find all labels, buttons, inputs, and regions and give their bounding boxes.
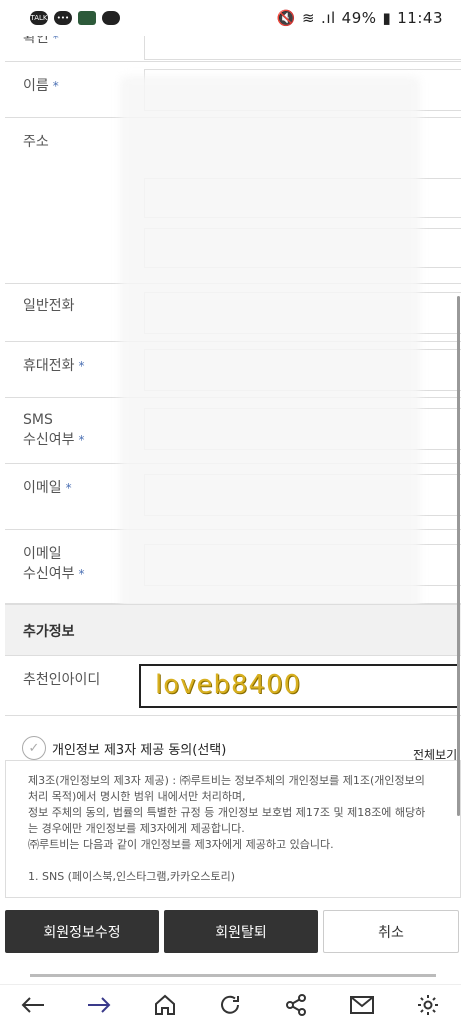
status-bar-notifications: TALK ••• <box>30 11 120 25</box>
consent-text-box[interactable]: 제3조(개인정보의 제3자 제공) : ㈜루트비는 정보주체의 개인정보를 제1… <box>5 760 461 898</box>
mobile-label: 휴대전화 <box>23 358 75 374</box>
battery-icon: ▮ <box>382 9 392 27</box>
consent-line: 는 경우에만 개인정보를 제3자에게 제공합니다. <box>28 822 245 835</box>
edit-member-info-button[interactable]: 회원정보수정 <box>5 910 159 953</box>
consent-line: 처리 목적)에서 명시한 범위 내에서만 처리하며, <box>28 790 246 803</box>
email-opt-label-line2: 수신여부 <box>23 566 75 582</box>
redacted-overlay <box>120 76 420 636</box>
referrer-input[interactable]: loveb8400 <box>139 664 459 708</box>
home-icon[interactable] <box>150 990 180 1020</box>
battery-level: 49% <box>341 9 377 27</box>
status-bar-system: 🔇 ≋ .ıl 49% ▮ 11:43 <box>277 9 443 27</box>
cancel-button[interactable]: 취소 <box>323 910 459 953</box>
password-confirm-row: 확인 * <box>5 36 461 62</box>
consent-title: 개인정보 제3자 제공 동의(선택) <box>52 742 227 758</box>
required-mark: * <box>52 79 59 93</box>
address-label: 주소 <box>23 134 49 150</box>
kakaotalk-icon: TALK <box>30 11 48 25</box>
password-confirm-label: 확인 <box>23 36 49 46</box>
mute-icon: 🔇 <box>276 9 296 27</box>
landline-label: 일반전화 <box>23 298 75 314</box>
app-notification-icon <box>78 11 96 25</box>
referrer-label: 추천인아이디 <box>23 672 101 688</box>
consent-line: 1. SNS (페이스북,인스타그램,카카오스토리) <box>28 870 236 883</box>
third-party-consent[interactable]: ✓ 개인정보 제3자 제공 동의(선택) <box>22 736 226 760</box>
required-mark: * <box>65 481 72 495</box>
required-mark: * <box>78 359 85 373</box>
withdraw-button[interactable]: 회원탈퇴 <box>164 910 318 953</box>
signal-icon: .ıl <box>321 9 336 27</box>
additional-info-title: 추가정보 <box>23 624 75 640</box>
settings-icon[interactable] <box>413 990 443 1020</box>
refresh-icon[interactable] <box>215 990 245 1020</box>
cloud-icon <box>102 11 120 25</box>
additional-info-header: 추가정보 <box>5 604 461 656</box>
forward-arrow-icon[interactable] <box>84 990 114 1020</box>
required-mark: * <box>52 36 59 45</box>
clock: 11:43 <box>397 9 443 27</box>
wifi-icon: ≋ <box>301 9 316 27</box>
password-confirm-input[interactable] <box>144 36 461 60</box>
browser-nav-bar <box>0 984 461 1024</box>
page-bottom-divider <box>30 974 436 977</box>
sms-label-line2: 수신여부 <box>23 432 75 448</box>
back-arrow-icon[interactable] <box>18 990 48 1020</box>
name-label: 이름 <box>23 78 49 94</box>
email-label: 이메일 <box>23 480 62 496</box>
sms-label-line1: SMS <box>23 412 53 428</box>
required-mark: * <box>78 567 85 581</box>
chat-icon: ••• <box>54 11 72 25</box>
mail-icon[interactable] <box>347 990 377 1020</box>
scrollbar[interactable] <box>457 296 460 816</box>
checkmark-icon[interactable]: ✓ <box>22 736 46 760</box>
referrer-value: loveb8400 <box>155 670 302 700</box>
page-content: 확인 * 이름 * 주소 일반전화 휴대전화 * SMS 수신여부 * 이메일 … <box>0 36 461 986</box>
email-opt-label-line1: 이메일 <box>23 546 62 562</box>
required-mark: * <box>78 433 85 447</box>
consent-line: 정보 주체의 동의, 법률의 특별한 규정 등 개인정보 보호법 제17조 및 … <box>28 806 426 819</box>
share-icon[interactable] <box>281 990 311 1020</box>
consent-line: 제3조(개인정보의 제3자 제공) : ㈜루트비는 정보주체의 개인정보를 제1… <box>28 774 425 787</box>
consent-line: ㈜루트비는 다음과 같이 개인정보를 제3자에게 제공하고 있습니다. <box>28 838 334 851</box>
status-bar: TALK ••• 🔇 ≋ .ıl 49% ▮ 11:43 <box>0 0 461 36</box>
